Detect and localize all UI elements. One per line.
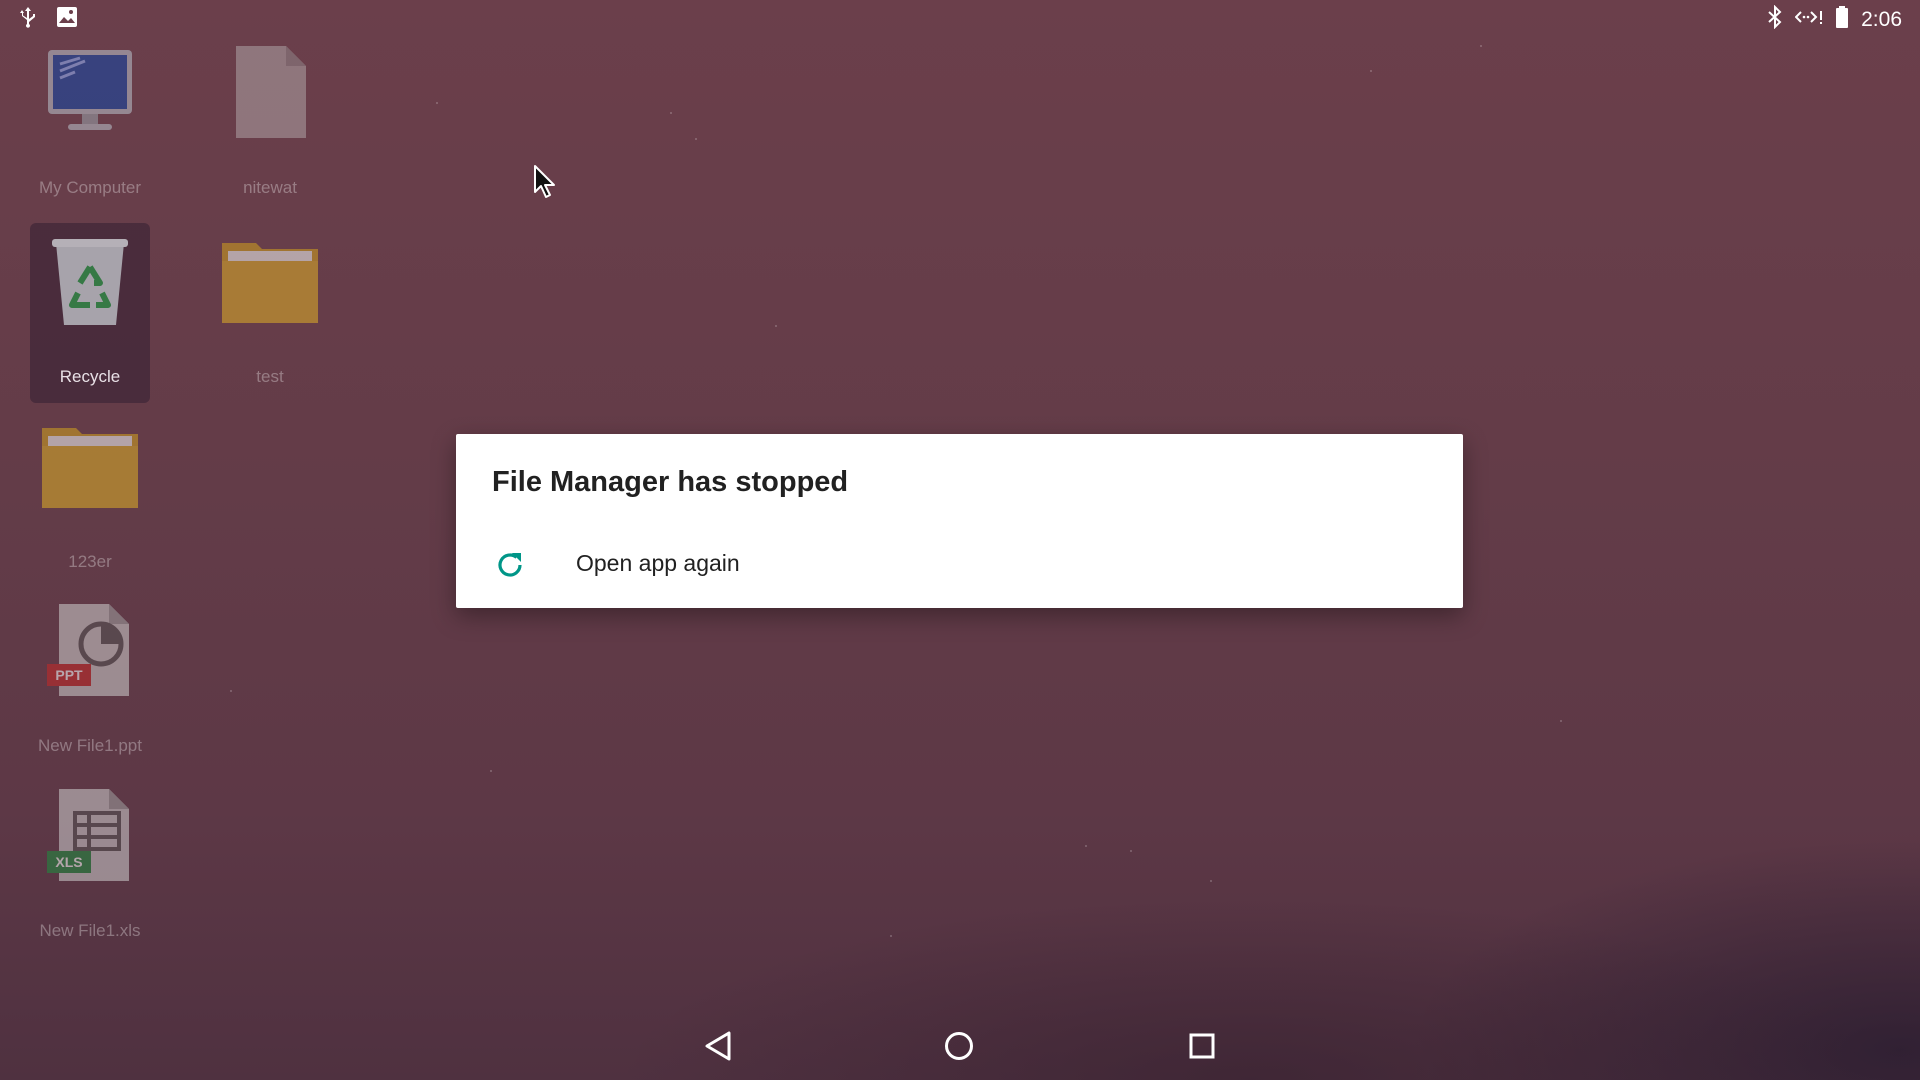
folder-icon: [220, 231, 320, 331]
desktop-item-label: test: [256, 367, 284, 386]
home-icon: [943, 1030, 975, 1067]
desktop-item-label: Recycle: [59, 367, 121, 386]
back-button[interactable]: [696, 1026, 740, 1070]
svg-text:PPT: PPT: [55, 667, 83, 683]
recents-icon: [1188, 1032, 1216, 1065]
ppt-file-icon: PPT: [40, 600, 140, 700]
navigation-bar: [0, 1010, 1920, 1080]
desktop-item-new-file1-xls[interactable]: XLS New File1.xls: [30, 777, 150, 955]
computer-icon: [40, 42, 140, 142]
status-bar: 2:06: [0, 0, 1920, 36]
app-crash-dialog: File Manager has stopped Open app again: [456, 434, 1463, 608]
open-app-again-button[interactable]: Open app again: [456, 532, 1463, 598]
desktop-item-nitewat[interactable]: nitewat: [210, 34, 330, 212]
desktop-item-123er[interactable]: 123er: [30, 408, 150, 586]
bluetooth-icon: [1767, 4, 1783, 35]
desktop-item-new-file1-ppt[interactable]: PPT New File1.ppt: [30, 592, 150, 770]
dialog-title: File Manager has stopped: [492, 466, 849, 498]
back-icon: [703, 1030, 733, 1067]
desktop-item-my-computer[interactable]: My Computer: [30, 34, 150, 212]
usb-icon: [18, 6, 38, 34]
desktop-item-label: My Computer: [38, 178, 142, 197]
desktop-item-recycle[interactable]: Recycle: [30, 223, 150, 403]
desktop-item-label: 123er: [68, 552, 112, 571]
desktop-item-label: New File1.ppt: [38, 736, 142, 755]
recycle-bin-icon: [40, 231, 140, 331]
clock: 2:06: [1861, 8, 1902, 31]
file-icon: [220, 42, 320, 142]
signal-icon: [1794, 6, 1823, 34]
battery-icon: [1835, 5, 1849, 35]
mouse-cursor-icon: [533, 164, 559, 200]
svg-text:XLS: XLS: [55, 854, 82, 870]
dialog-action-label: Open app again: [576, 550, 740, 576]
xls-file-icon: XLS: [40, 785, 140, 885]
home-button[interactable]: [937, 1026, 981, 1070]
folder-icon: [40, 416, 140, 516]
image-icon: [56, 6, 78, 34]
desktop-item-label: nitewat: [243, 178, 297, 197]
recents-button[interactable]: [1180, 1026, 1224, 1070]
desktop-item-test[interactable]: test: [210, 223, 330, 401]
refresh-icon: [494, 549, 526, 581]
desktop-item-label: New File1.xls: [39, 921, 141, 940]
